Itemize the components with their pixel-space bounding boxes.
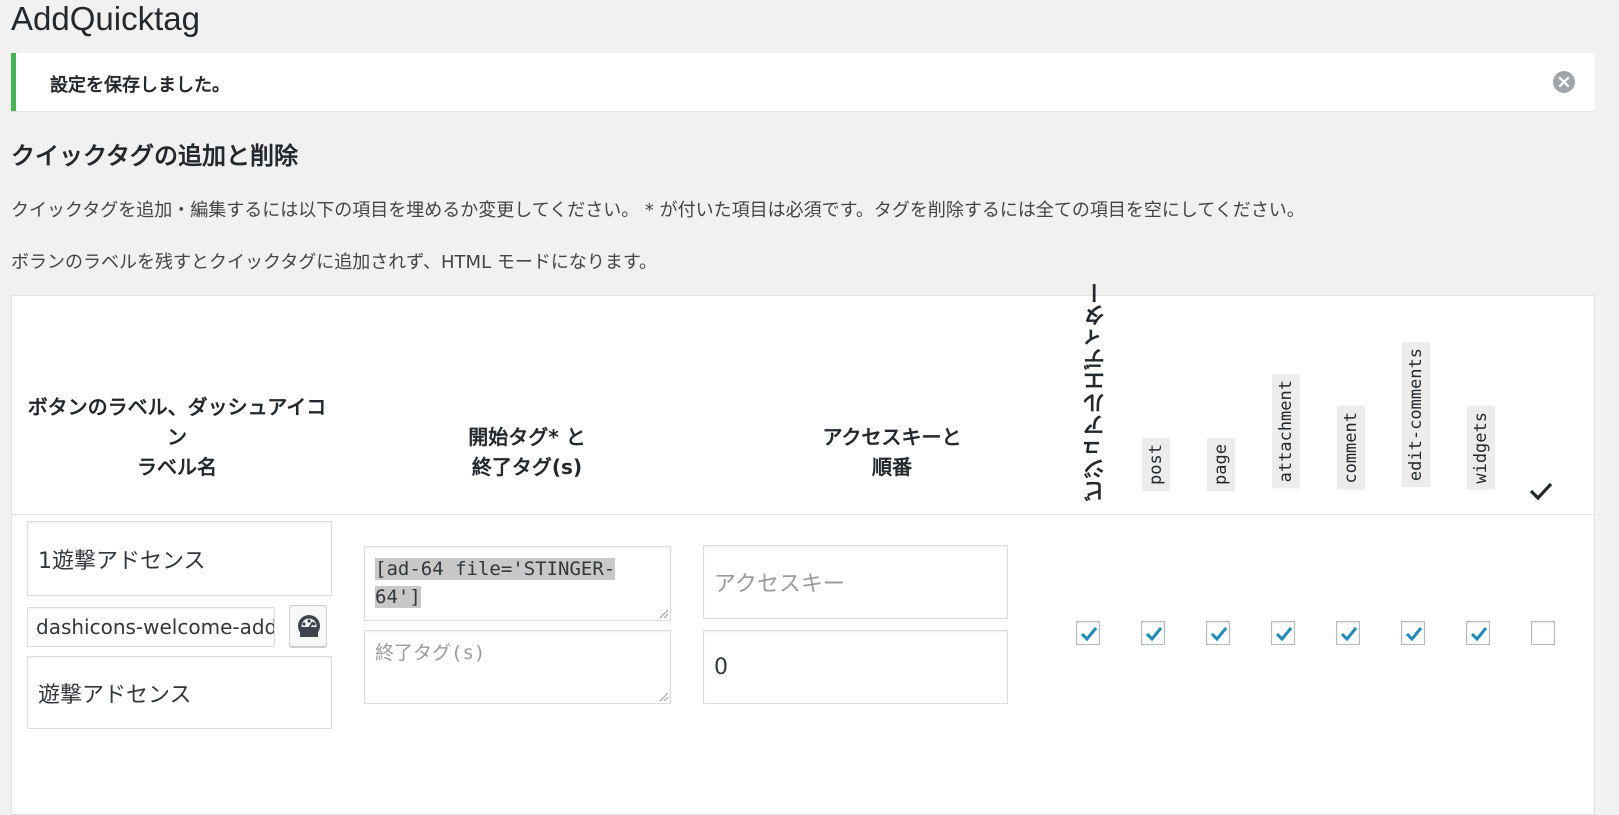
start-tag-textarea[interactable]: [ad-64 file='STINGER- 64'] <box>364 546 671 621</box>
dashicon-input[interactable]: dashicons-welcome-add <box>27 607 275 647</box>
end-tag-textarea[interactable]: 終了タグ(s) <box>364 630 671 704</box>
section-title: クイックタグの追加と削除 <box>11 142 299 170</box>
header-access-key: アクセスキーと 順番 <box>822 425 962 479</box>
dashicon-picker-button[interactable] <box>289 605 327 647</box>
dashboard-icon <box>298 615 320 637</box>
quicktag-table: ボタンのラベル、ダッシュアイコ ン ラベル名 開始タグ* と 終了タグ(s) ア… <box>11 282 1595 815</box>
access-key-input[interactable]: アクセスキー <box>703 545 1008 619</box>
dismiss-icon[interactable] <box>1553 71 1575 93</box>
attachment-checkbox[interactable] <box>1271 621 1295 645</box>
order-input[interactable]: 0 <box>703 630 1008 704</box>
page-checkbox[interactable] <box>1206 621 1230 645</box>
header-tags: 開始タグ* と 終了タグ(s) <box>468 425 586 479</box>
header-attachment: attachment <box>1272 374 1300 489</box>
label-name-input[interactable]: 遊撃アドセンス <box>27 656 332 729</box>
widgets-checkbox[interactable] <box>1466 621 1490 645</box>
header-page: page <box>1207 438 1235 491</box>
checkmark-icon <box>1528 480 1554 506</box>
section-note: ボランのラベルを残すとクイックタグに追加されず、HTML モードになります。 <box>11 252 658 273</box>
success-notice: 設定を保存しました。 <box>11 53 1595 111</box>
notice-message: 設定を保存しました。 <box>50 75 230 96</box>
page-title: AddQuicktag <box>11 0 200 37</box>
visual-editor-checkbox[interactable] <box>1076 621 1100 645</box>
section-description: クイックタグを追加・編集するには以下の項目を埋めるか変更してください。 * が付… <box>11 200 1305 221</box>
header-widgets: widgets <box>1467 406 1495 490</box>
header-visual-editor: ビジュアルエディター <box>1084 282 1109 502</box>
post-checkbox[interactable] <box>1141 621 1165 645</box>
header-post: post <box>1142 438 1170 491</box>
comment-checkbox[interactable] <box>1336 621 1360 645</box>
select-all-checkbox[interactable] <box>1531 621 1555 645</box>
edit-comments-checkbox[interactable] <box>1401 621 1425 645</box>
button-label-input[interactable]: 1遊撃アドセンス <box>27 521 332 596</box>
header-comment: comment <box>1337 406 1365 490</box>
header-button-label: ボタンのラベル、ダッシュアイコ ン ラベル名 <box>27 395 327 479</box>
header-edit-comments: edit-comments <box>1402 342 1430 488</box>
header-divider <box>12 514 1594 515</box>
